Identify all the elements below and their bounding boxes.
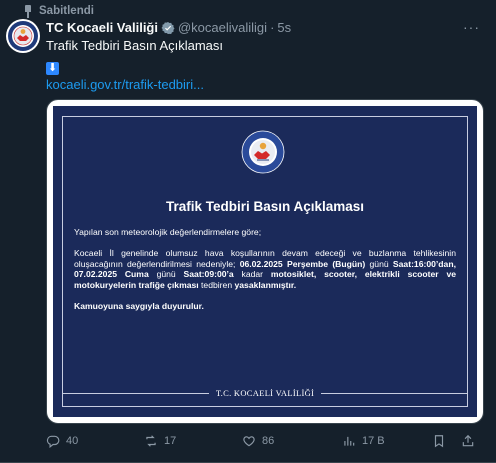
action-bar: 40 17 86 17 B bbox=[46, 431, 481, 451]
pin-icon bbox=[23, 4, 33, 18]
post-time[interactable]: 5s bbox=[277, 20, 291, 35]
post-text: Trafik Tedbiri Basın Açıklaması bbox=[46, 38, 224, 53]
post-media[interactable]: Trafik Tedbiri Basın Açıklaması Yapılan … bbox=[46, 99, 484, 424]
footer-rule bbox=[321, 392, 467, 394]
post-link[interactable]: kocaeli.gov.tr/trafik-tedbiri... bbox=[46, 76, 482, 94]
repost-icon bbox=[146, 435, 156, 447]
card-text: günü bbox=[148, 269, 184, 280]
views-button[interactable]: 17 B bbox=[342, 431, 385, 451]
repost-button[interactable]: 17 bbox=[144, 431, 176, 451]
card-text: kadar bbox=[233, 269, 271, 280]
views-count: 17 B bbox=[362, 435, 385, 447]
bookmark-button[interactable] bbox=[432, 431, 446, 451]
pinned-indicator: Sabitlendi bbox=[23, 3, 94, 19]
like-button[interactable]: 86 bbox=[242, 431, 274, 451]
card-text-bold: Saat:09:00’a bbox=[183, 269, 234, 280]
views-icon bbox=[344, 436, 355, 446]
separator: · bbox=[270, 20, 275, 35]
like-icon bbox=[243, 436, 255, 447]
post-header: TC Kocaeli Valiliği @kocaelivaliligi · 5… bbox=[46, 19, 482, 36]
card-text-bold: yasaklanmıştır. bbox=[234, 280, 297, 291]
bookmark-icon bbox=[434, 435, 444, 448]
card-footer: T.C. KOCAELİ VALİLİĞİ bbox=[63, 388, 467, 398]
footer-label: T.C. KOCAELİ VALİLİĞİ bbox=[215, 388, 315, 398]
repost-count: 17 bbox=[164, 435, 177, 447]
announcement-card: Trafik Tedbiri Basın Açıklaması Yapılan … bbox=[53, 106, 477, 417]
more-icon[interactable]: ··· bbox=[463, 19, 480, 35]
down-arrow-emoji: ⬇ bbox=[46, 62, 59, 75]
author-handle[interactable]: @kocaelivaliligi bbox=[178, 20, 267, 35]
pinned-label: Sabitlendi bbox=[39, 5, 94, 17]
card-closing: Kamuoyuna saygıyla duyurulur. bbox=[74, 301, 456, 312]
post-content: TC Kocaeli Valiliği @kocaelivaliligi · 5… bbox=[46, 19, 482, 94]
card-paragraph: Kocaeli İl genelinde olumsuz hava koşull… bbox=[74, 248, 456, 291]
share-icon bbox=[462, 434, 474, 447]
avatar[interactable] bbox=[6, 19, 40, 53]
reply-button[interactable]: 40 bbox=[46, 431, 78, 451]
card-text: tedbiren bbox=[198, 280, 235, 291]
reply-icon bbox=[46, 435, 60, 448]
share-button[interactable] bbox=[461, 431, 475, 451]
footer-rule bbox=[63, 392, 209, 394]
post-emoji-line: ⬇ bbox=[46, 56, 482, 75]
avatar-emblem bbox=[8, 21, 38, 51]
card-text: günü bbox=[365, 258, 393, 269]
card-text-bold: 06.02.2025 Perşembe (Bugün) bbox=[239, 258, 366, 269]
card-text-bold: Kamuoyuna saygıyla duyurulur. bbox=[74, 300, 204, 311]
like-count: 86 bbox=[262, 435, 275, 447]
card-intro: Yapılan son meteorolojik değerlendirmele… bbox=[74, 227, 262, 237]
governorship-emblem bbox=[241, 130, 285, 174]
reply-count: 40 bbox=[66, 435, 79, 447]
card-body: Yapılan son meteorolojik değerlendirmele… bbox=[74, 227, 456, 322]
author-name[interactable]: TC Kocaeli Valiliği bbox=[46, 20, 158, 35]
card-title: Trafik Tedbiri Basın Açıklaması bbox=[165, 199, 365, 214]
verified-badge-icon bbox=[161, 21, 175, 34]
